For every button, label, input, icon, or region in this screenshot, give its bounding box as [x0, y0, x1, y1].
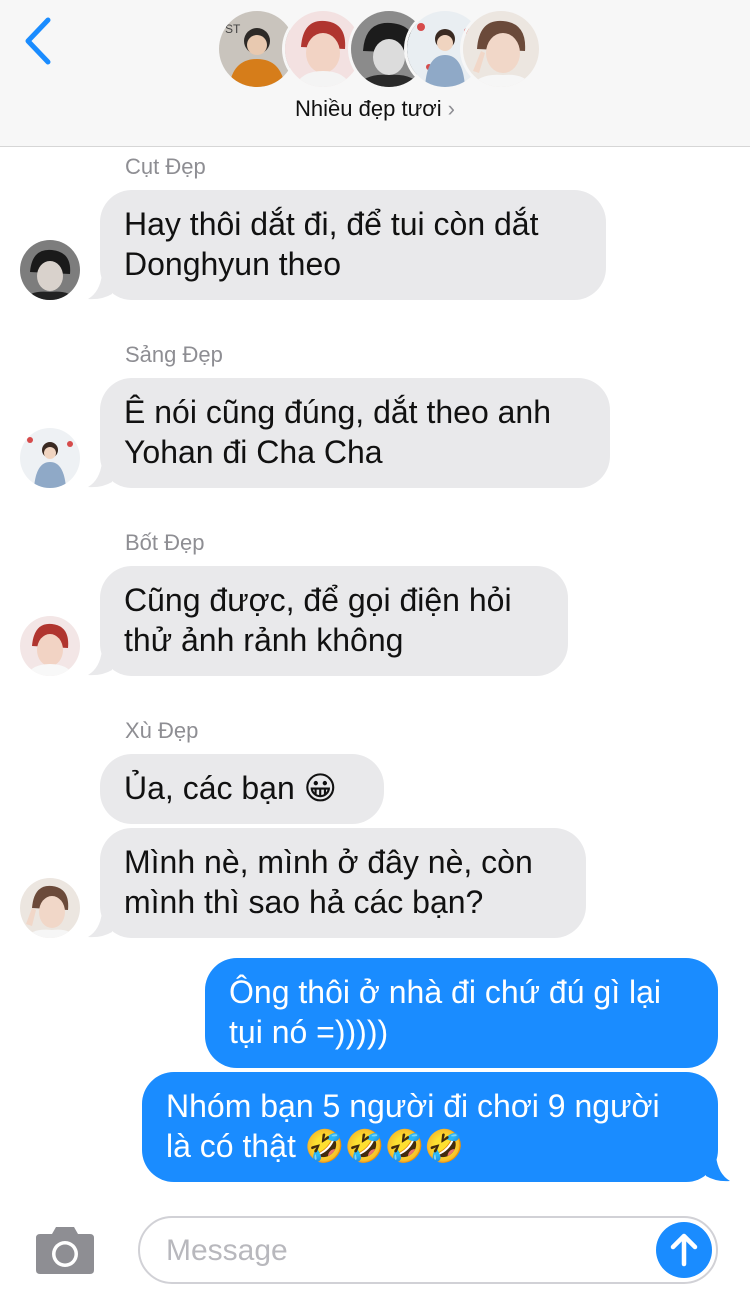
arrow-up-icon [670, 1233, 698, 1267]
sender-avatar [20, 428, 80, 488]
incoming-message-bubble[interactable]: Mình nè, mình ở đây nè, còn mình thì sao… [100, 828, 586, 938]
camera-button[interactable] [32, 1224, 98, 1276]
send-button[interactable] [656, 1222, 712, 1278]
camera-icon [36, 1227, 94, 1274]
svg-text:ST: ST [225, 22, 241, 36]
sender-name: Cụt Đẹp [125, 154, 206, 179]
incoming-message-bubble[interactable]: Cũng được, để gọi điện hỏi thử ảnh rảnh … [100, 566, 568, 676]
message-input-container [138, 1216, 718, 1284]
back-button[interactable] [18, 14, 58, 68]
conversation-header: ST Nhiều đẹp tươi › [0, 0, 750, 147]
sender-name: Bốt Đẹp [125, 530, 205, 555]
incoming-message-bubble[interactable]: Ê nói cũng đúng, dắt theo anh Yohan đi C… [100, 378, 610, 488]
sender-avatar [20, 616, 80, 676]
outgoing-message-bubble[interactable]: Ông thôi ở nhà đi chứ đú gì lại tụi nó =… [205, 958, 718, 1068]
group-avatars[interactable]: ST [216, 8, 542, 90]
incoming-message-bubble[interactable]: Ủa, các bạn 😀 [100, 754, 384, 824]
sender-avatar [20, 240, 80, 300]
sender-avatar [20, 878, 80, 938]
incoming-message-bubble[interactable]: Hay thôi dắt đi, để tui còn dắt Donghyun… [100, 190, 606, 300]
group-name: Nhiều đẹp tươi [295, 96, 442, 121]
chevron-right-icon: › [447, 96, 455, 121]
group-name-button[interactable]: Nhiều đẹp tươi › [0, 96, 750, 122]
outgoing-message-bubble[interactable]: Nhóm bạn 5 người đi chơi 9 người là có t… [142, 1072, 718, 1182]
sender-name: Sảng Đẹp [125, 342, 223, 367]
group-avatar-5 [460, 8, 542, 90]
chevron-left-icon [25, 17, 51, 65]
sender-name: Xù Đẹp [125, 718, 199, 743]
message-input[interactable] [166, 1230, 646, 1272]
